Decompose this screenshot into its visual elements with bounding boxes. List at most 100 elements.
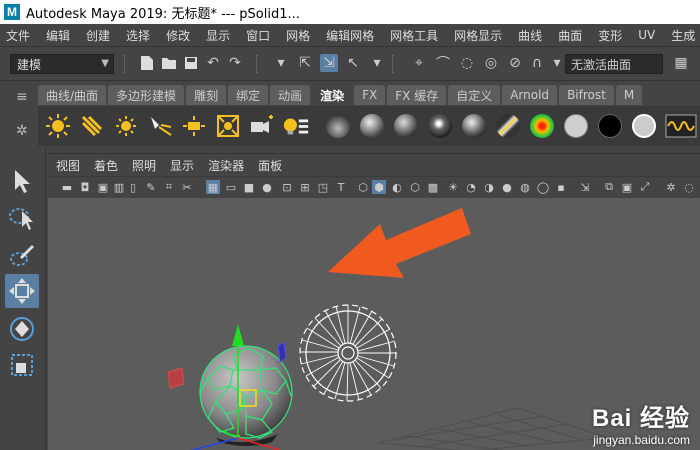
resolution-gate-icon[interactable]: ▭ — [224, 180, 238, 194]
use-all-lights-icon[interactable]: ☀ — [446, 180, 460, 194]
menu-mesh-display[interactable]: 网格显示 — [446, 27, 510, 44]
dropdown-icon[interactable]: ▾ — [548, 54, 566, 72]
tab-bifrost[interactable]: Bifrost — [559, 85, 614, 105]
light-bulb-list-icon[interactable] — [282, 112, 310, 140]
redo-icon[interactable]: ↷ — [226, 54, 244, 72]
menu-edit[interactable]: 编辑 — [38, 27, 78, 44]
xray-joints-icon[interactable]: ⧉ — [602, 180, 616, 194]
menu-file[interactable]: 文件 — [0, 27, 38, 44]
camera-attributes-icon[interactable]: ◘ — [78, 180, 92, 194]
select-object-icon[interactable]: ⇲ — [320, 54, 338, 72]
xray-icon[interactable]: ⇲ — [578, 180, 592, 194]
shelf-menu-icon[interactable]: ≡ — [16, 89, 28, 105]
ambient-occlusion-icon[interactable]: ◑ — [482, 180, 496, 194]
open-scene-icon[interactable] — [160, 54, 178, 72]
smooth-shading-icon[interactable]: ⬢ — [372, 180, 386, 194]
safe-action-icon[interactable]: ⊡ — [280, 180, 294, 194]
surface-shader-black-icon[interactable] — [596, 112, 624, 140]
viewport-menu-lighting[interactable]: 照明 — [125, 157, 163, 174]
mode-select[interactable]: 建模 ▼ — [10, 54, 114, 74]
surface-shader-white-icon[interactable] — [630, 112, 658, 140]
gamma-icon[interactable]: ✲ — [664, 180, 678, 194]
dropdown-icon[interactable]: ▾ — [368, 54, 386, 72]
menu-mesh[interactable]: 网格 — [278, 27, 318, 44]
tab-fx-caching[interactable]: FX 缓存 — [387, 85, 447, 105]
isolate-select-icon[interactable]: ▪ — [554, 180, 568, 194]
tab-rigging[interactable]: 绑定 — [228, 85, 269, 105]
tab-custom[interactable]: 自定义 — [448, 85, 501, 105]
construction-history-icon[interactable]: ▦ — [672, 54, 690, 72]
gear-icon[interactable]: ✲ — [16, 123, 28, 139]
wireframe-grid-icon[interactable]: ▦ — [206, 180, 220, 194]
dropdown-icon[interactable]: ▾ — [272, 54, 290, 72]
paint-select-tool-icon[interactable] — [5, 238, 39, 272]
bookmarks-icon[interactable]: ▣ — [96, 180, 110, 194]
shadows-icon[interactable]: ◔ — [464, 180, 478, 194]
menu-mesh-tools[interactable]: 网格工具 — [382, 27, 446, 44]
snap-view-plane-icon[interactable]: ◎ — [482, 54, 500, 72]
render-setting-icon[interactable] — [324, 112, 352, 140]
hud-icon[interactable]: ◳ — [316, 180, 330, 194]
snap-magnet-icon[interactable]: ∩ — [528, 54, 546, 72]
menu-uv[interactable]: UV — [630, 28, 663, 42]
area-light-icon[interactable] — [180, 112, 208, 140]
standard-surface-icon[interactable] — [426, 112, 454, 140]
select-component-icon[interactable]: ↖ — [344, 54, 362, 72]
menu-surfaces[interactable]: 曲面 — [550, 27, 590, 44]
menu-display[interactable]: 显示 — [198, 27, 238, 44]
image-plane-icon[interactable]: ▥ — [112, 180, 126, 194]
anti-aliasing-icon[interactable]: ◍ — [518, 180, 532, 194]
gate-mask-icon[interactable]: ■ — [242, 180, 256, 194]
viewport-menu-view[interactable]: 视图 — [48, 157, 87, 174]
menu-windows[interactable]: 窗口 — [238, 27, 278, 44]
volume-light-icon[interactable] — [214, 112, 242, 140]
motion-blur-icon[interactable]: ● — [500, 180, 514, 194]
grid-toggle-icon[interactable]: ⌗ — [162, 180, 176, 194]
blinn-material-icon[interactable] — [460, 112, 488, 140]
undo-icon[interactable]: ↶ — [204, 54, 222, 72]
camera-icon[interactable] — [248, 112, 276, 140]
viewport-canvas[interactable]: Bai 经验 jingyan.baidu.com — [48, 198, 700, 450]
phong-material-icon[interactable] — [494, 112, 522, 140]
menu-deform[interactable]: 变形 — [590, 27, 630, 44]
tab-arnold[interactable]: Arnold — [502, 85, 558, 105]
viewport-menu-panels[interactable]: 面板 — [251, 157, 289, 174]
live-surface-field[interactable]: 无激活曲面 — [565, 54, 663, 74]
move-tool-icon[interactable] — [5, 274, 39, 308]
snap-point-icon[interactable]: ◌ — [458, 54, 476, 72]
tab-curves-surfaces[interactable]: 曲线/曲面 — [38, 85, 107, 105]
tab-sculpting[interactable]: 雕刻 — [186, 85, 227, 105]
new-scene-icon[interactable] — [138, 54, 156, 72]
snap-curve-icon[interactable]: ⌒ — [434, 54, 452, 72]
field-chart-icon[interactable]: ● — [260, 180, 274, 194]
ipr-render-icon[interactable] — [392, 112, 420, 140]
xray-active-icon[interactable]: ▣ — [620, 180, 634, 194]
exposure-icon[interactable]: ⤢ — [638, 180, 652, 194]
snap-grid-icon[interactable]: ⌖ — [410, 54, 428, 72]
menu-generate[interactable]: 生成 — [663, 27, 700, 44]
lambert-material-icon[interactable] — [562, 112, 590, 140]
spot-light-icon[interactable] — [146, 112, 174, 140]
tab-more[interactable]: M — [615, 85, 643, 105]
default-material-icon[interactable]: ◐ — [390, 180, 404, 194]
point-light-icon[interactable] — [112, 112, 140, 140]
menu-curves[interactable]: 曲线 — [510, 27, 550, 44]
hypershade-icon[interactable] — [664, 112, 698, 140]
select-hierarchy-icon[interactable]: ⇱ — [296, 54, 314, 72]
textured-icon[interactable]: ▩ — [426, 180, 440, 194]
directional-light-icon[interactable] — [44, 112, 72, 140]
tab-rendering[interactable]: 渲染 — [312, 85, 353, 105]
select-tool-icon[interactable] — [5, 164, 39, 198]
tab-animation[interactable]: 动画 — [270, 85, 311, 105]
save-scene-icon[interactable] — [182, 54, 200, 72]
menu-select[interactable]: 选择 — [118, 27, 158, 44]
viewport-menu-shading[interactable]: 着色 — [87, 157, 125, 174]
tab-fx[interactable]: FX — [354, 85, 386, 105]
twod-pan-icon[interactable]: ▯ — [126, 180, 140, 194]
depth-of-field-icon[interactable]: ◯ — [536, 180, 550, 194]
color-manage-icon[interactable]: ◌ — [682, 180, 696, 194]
rotate-tool-icon[interactable] — [5, 312, 39, 346]
grease-pencil-icon[interactable]: ✎ — [144, 180, 158, 194]
ramp-shader-icon[interactable] — [528, 112, 556, 140]
safe-title-icon[interactable]: ⊞ — [298, 180, 312, 194]
